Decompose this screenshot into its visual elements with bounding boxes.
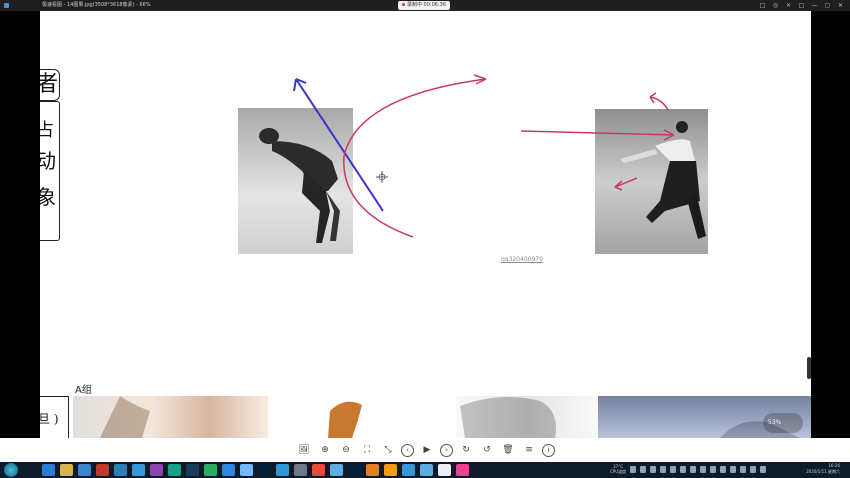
next-icon[interactable]: › <box>440 444 453 457</box>
record-dot-icon <box>401 3 405 6</box>
app-icon[interactable] <box>456 464 469 476</box>
zoom-badge-label: 53% <box>768 419 782 426</box>
app-icon[interactable] <box>222 464 235 476</box>
app-icon[interactable] <box>96 464 109 476</box>
taskbar-apps <box>42 464 469 476</box>
tray-icon[interactable] <box>690 466 696 473</box>
rotate-right-icon[interactable]: ↻ <box>458 442 474 458</box>
save-icon[interactable]: □ <box>759 0 766 11</box>
tray-icon[interactable] <box>660 466 666 473</box>
zoom-in-icon[interactable]: ⊕ <box>317 442 333 458</box>
image-icon[interactable]: 🖼 <box>296 442 312 458</box>
recording-label: 录制中 00:06:36 <box>406 2 447 8</box>
start-button[interactable] <box>4 463 18 477</box>
window-titlebar: 极速看图 - 14图果.jpg(3508*3618像素) - 66% 录制中 0… <box>0 0 850 11</box>
close-button[interactable]: ✕ <box>837 0 844 11</box>
window-controls: □ ◎ ✕ □ — ▢ ✕ <box>759 0 844 11</box>
rotate-left-icon[interactable]: ↺ <box>479 442 495 458</box>
sidebar-glyph: 者 <box>40 72 58 97</box>
menu-icon[interactable]: ≡ <box>521 442 537 458</box>
move-cursor-icon <box>376 171 388 183</box>
actual-size-icon[interactable]: ⤡ <box>380 442 396 458</box>
tray-icons <box>630 466 766 473</box>
tray-icon[interactable] <box>670 466 676 473</box>
app-icon[interactable] <box>294 464 307 476</box>
os-taskbar: 37°C CPU温度 16:26 2020/1/11 星期六 <box>0 462 850 478</box>
app-icon[interactable] <box>150 464 163 476</box>
info-icon[interactable]: i <box>542 444 555 457</box>
window-title: 极速看图 - 14图果.jpg(3508*3618像素) - 66% <box>42 2 151 8</box>
app-icon[interactable] <box>438 464 451 476</box>
tray-icon[interactable] <box>650 466 656 473</box>
tray-icon[interactable] <box>680 466 686 473</box>
tray-icon[interactable] <box>710 466 716 473</box>
browser-icon[interactable] <box>42 464 55 476</box>
sidebar-glyph: 旦 ) <box>40 412 59 426</box>
app-icon[interactable] <box>132 464 145 476</box>
tools-icon[interactable]: ✕ <box>785 0 792 11</box>
app-icon[interactable] <box>240 464 253 476</box>
tray-icon[interactable] <box>700 466 706 473</box>
tray-icon[interactable] <box>630 466 636 473</box>
tray-icon[interactable] <box>750 466 756 473</box>
viewer-toolbar: 🖼 ⊕ ⊖ ⛶ ⤡ ‹ ▶ › ↻ ↺ 🗑 ≡ i <box>0 438 850 462</box>
app-icon[interactable] <box>168 464 181 476</box>
sidebar-glyph: 象 <box>40 185 56 209</box>
photoshop-icon[interactable] <box>258 464 271 476</box>
tray-icon[interactable] <box>740 466 746 473</box>
reference-photo-2 <box>595 109 708 254</box>
screen: 极速看图 - 14图果.jpg(3508*3618像素) - 66% 录制中 0… <box>0 0 850 478</box>
recording-indicator[interactable]: 录制中 00:06:36 <box>398 1 450 10</box>
zoom-badge[interactable]: 53% <box>763 413 803 433</box>
clock[interactable]: 16:26 2020/1/11 星期六 <box>806 463 840 475</box>
tray-icon[interactable] <box>730 466 736 473</box>
cpu-temp-label: CPU温度 <box>610 469 627 474</box>
chrome-icon[interactable] <box>366 464 379 476</box>
app-icon[interactable] <box>384 464 397 476</box>
cpu-temp: 37°C CPU温度 <box>610 464 626 474</box>
app-icon <box>4 3 9 8</box>
folder-icon[interactable] <box>60 464 73 476</box>
delete-icon[interactable]: 🗑 <box>500 442 516 458</box>
thumbnail-strip-3 <box>456 396 598 438</box>
app-icon[interactable] <box>420 464 433 476</box>
app-icon[interactable] <box>276 464 289 476</box>
slideshow-icon[interactable]: ▶ <box>419 442 435 458</box>
app-icon[interactable] <box>78 464 91 476</box>
steam-icon[interactable] <box>186 464 199 476</box>
tray-icon[interactable] <box>720 466 726 473</box>
maximize-button[interactable]: ▢ <box>824 0 831 11</box>
sidebar-glyph: 占 <box>40 120 54 141</box>
app-icon[interactable] <box>330 464 343 476</box>
sidebar-glyph: 动 <box>40 149 56 173</box>
toolbar-buttons: 🖼 ⊕ ⊖ ⛶ ⤡ ‹ ▶ › ↻ ↺ 🗑 ≡ i <box>296 442 555 458</box>
previous-icon[interactable]: ‹ <box>401 444 414 457</box>
tray-icon[interactable] <box>760 466 766 473</box>
thumbnail-strip-1 <box>73 396 268 438</box>
watermark-text: qq320400979 <box>501 256 543 263</box>
app-icon[interactable] <box>312 464 325 476</box>
red-curve-stroke <box>343 78 487 238</box>
zoom-out-icon[interactable]: ⊖ <box>338 442 354 458</box>
side-scroll-handle[interactable] <box>807 357 811 379</box>
tray-icon[interactable] <box>640 466 646 473</box>
reference-photo-1 <box>238 108 353 254</box>
app-icon[interactable] <box>204 464 217 476</box>
app-icon[interactable] <box>114 464 127 476</box>
image-canvas[interactable]: 者 占 动 象 旦 ) qq320400979 A组 53% <box>40 11 811 438</box>
minimize-button[interactable]: — <box>811 0 818 11</box>
app-icon[interactable] <box>402 464 415 476</box>
clock-date: 2020/1/11 星期六 <box>806 469 840 474</box>
pin-icon[interactable]: □ <box>798 0 805 11</box>
settings-icon[interactable]: ◎ <box>772 0 779 11</box>
section-label: A组 <box>75 385 92 396</box>
fit-screen-icon[interactable]: ⛶ <box>359 442 375 458</box>
photoshop-icon[interactable] <box>348 464 361 476</box>
